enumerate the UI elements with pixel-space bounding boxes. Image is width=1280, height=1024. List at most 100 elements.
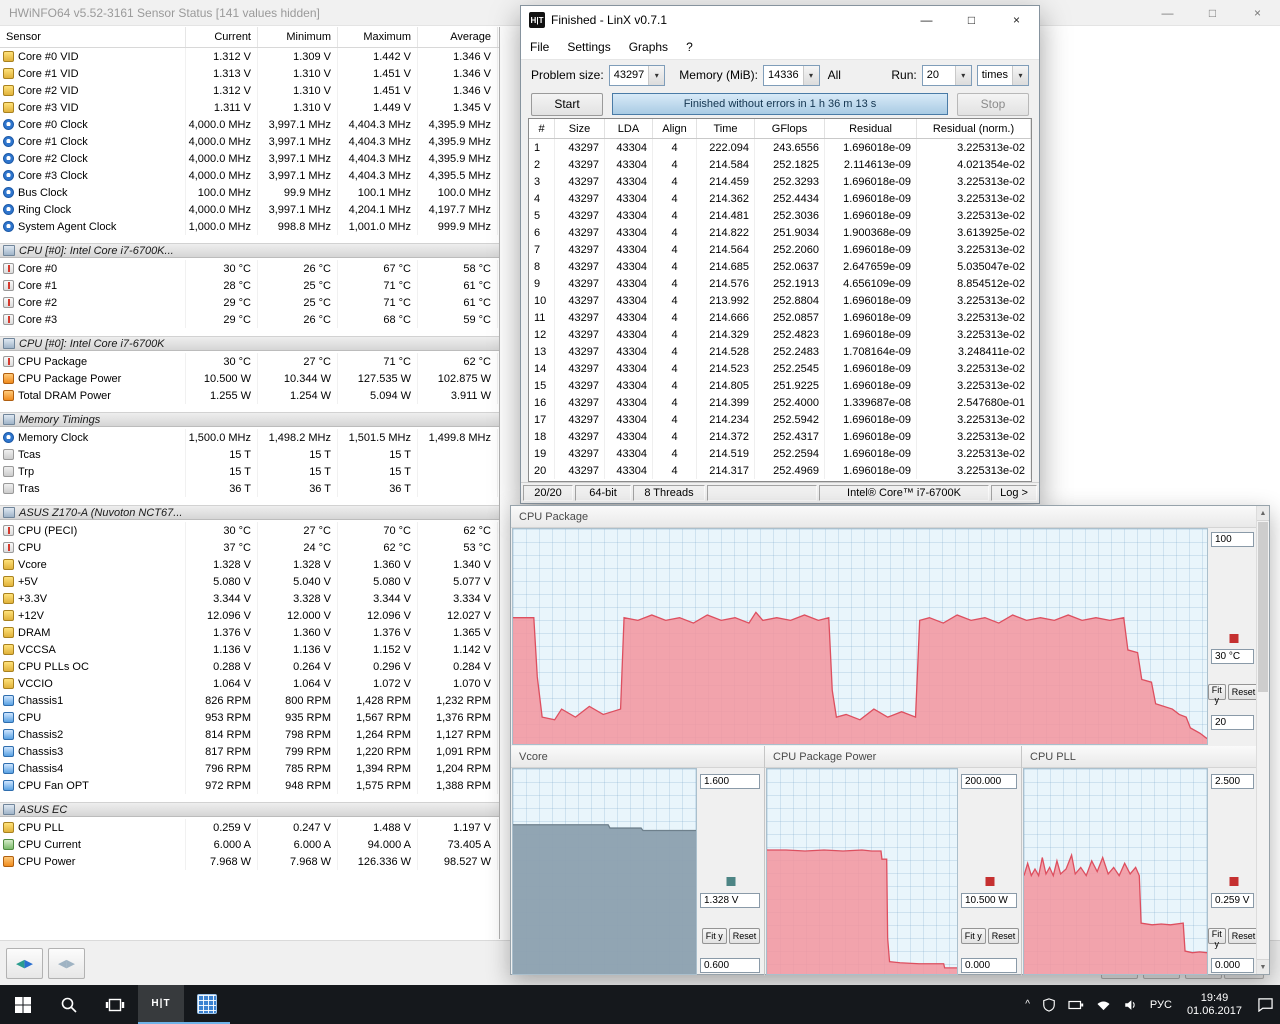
sensor-row[interactable]: Core #0 Clock 4,000.0 MHz 3,997.1 MHz 4,404… [0, 116, 499, 133]
sensor-row[interactable]: CPU Current 6.000 A 6.000 A 94.000 A 73.405 … [0, 836, 499, 853]
graph-title[interactable]: CPU PLL [1022, 746, 1258, 768]
start-button[interactable]: Start [531, 92, 603, 116]
result-row[interactable]: 4 43297 43304 4 214.362 252.4434 1.696018e-09 3… [529, 190, 1031, 207]
sensor-group-header[interactable]: CPU [#0]: Intel Core i7-6700K [0, 336, 499, 351]
fit-y-button[interactable]: Fit y [701, 928, 727, 944]
sensor-row[interactable]: Core #1 Clock 4,000.0 MHz 3,997.1 MHz 4,404… [0, 133, 499, 150]
sensor-row[interactable]: Chassis4 796 RPM 785 RPM 1,394 RPM 1,204 RPM [0, 760, 499, 777]
search-button[interactable] [46, 985, 92, 1024]
graph-title[interactable]: Vcore [511, 746, 764, 768]
maximize-button[interactable]: □ [1190, 0, 1235, 26]
sensor-row[interactable]: Bus Clock 100.0 MHz 99.9 MHz 100.1 MHz 100.0… [0, 184, 499, 201]
y-max-input[interactable]: 1.600 [700, 774, 760, 789]
sensor-row[interactable]: Total DRAM Power 1.255 W 1.254 W 5.094 W 3.9… [0, 387, 499, 404]
sensor-row[interactable]: CPU (PECI) 30 °C 27 °C 70 °C 62 °C [0, 522, 499, 539]
column-header-gflops[interactable]: GFlops [755, 119, 825, 138]
sensor-row[interactable]: Core #1 28 °C 25 °C 71 °C 61 °C [0, 277, 499, 294]
scroll-up-icon[interactable]: ▲ [1257, 506, 1269, 521]
maximize-button[interactable]: □ [949, 7, 994, 33]
stop-button[interactable]: Stop [957, 92, 1029, 116]
sensor-row[interactable]: Chassis3 817 RPM 799 RPM 1,220 RPM 1,091 RPM [0, 743, 499, 760]
result-row[interactable]: 17 43297 43304 4 214.234 252.5942 1.696018e-09… [529, 411, 1031, 428]
y-min-input[interactable]: 0.000 [961, 958, 1017, 973]
sensor-row[interactable]: VCCSA 1.136 V 1.136 V 1.152 V 1.142 V [0, 641, 499, 658]
sensor-row[interactable]: Core #2 29 °C 25 °C 71 °C 61 °C [0, 294, 499, 311]
column-header-index[interactable]: # [529, 119, 555, 138]
tray-shield-button[interactable] [1036, 985, 1062, 1024]
fit-y-button[interactable]: Fit y [960, 928, 986, 944]
result-row[interactable]: 19 43297 43304 4 214.519 252.2594 1.696018e-09… [529, 445, 1031, 462]
menu-settings[interactable]: Settings [558, 40, 619, 54]
close-button[interactable]: × [1235, 0, 1280, 26]
sensor-group-header[interactable]: CPU [#0]: Intel Core i7-6700K... [0, 243, 499, 258]
result-row[interactable]: 7 43297 43304 4 214.564 252.2060 1.696018e-09 3… [529, 241, 1031, 258]
sensor-row[interactable]: CPU Package Power 10.500 W 10.344 W 127.535… [0, 370, 499, 387]
result-row[interactable]: 1 43297 43304 4 222.094 243.6556 1.696018e-09 3… [529, 139, 1031, 156]
sensor-row[interactable]: Core #0 VID 1.312 V 1.309 V 1.442 V 1.346 V [0, 48, 499, 65]
result-row[interactable]: 2 43297 43304 4 214.584 252.1825 2.114613e-09 4… [529, 156, 1031, 173]
result-row[interactable]: 6 43297 43304 4 214.822 251.9034 1.900368e-09 3… [529, 224, 1031, 241]
nav-arrows-button-2[interactable]: ◀ ▶ [48, 948, 85, 979]
column-header-size[interactable]: Size [555, 119, 605, 138]
column-header-average[interactable]: Average [418, 27, 498, 47]
sensor-group-header[interactable]: ASUS Z170-A (Nuvoton NCT67... [0, 505, 499, 520]
column-header-minimum[interactable]: Minimum [258, 27, 338, 47]
sensor-row[interactable]: CPU 37 °C 24 °C 62 °C 53 °C [0, 539, 499, 556]
y-max-input[interactable]: 2.500 [1211, 774, 1254, 789]
y-max-input[interactable]: 200.000 [961, 774, 1017, 789]
result-row[interactable]: 13 43297 43304 4 214.528 252.2483 1.708164e-09… [529, 343, 1031, 360]
sensor-row[interactable]: System Agent Clock 1,000.0 MHz 998.8 MHz 1,… [0, 218, 499, 235]
start-button[interactable] [0, 985, 46, 1024]
sensor-row[interactable]: Core #0 30 °C 26 °C 67 °C 58 °C [0, 260, 499, 277]
sensor-row[interactable]: Ring Clock 4,000.0 MHz 3,997.1 MHz 4,204.1 … [0, 201, 499, 218]
column-header-residual[interactable]: Residual [825, 119, 917, 138]
run-count-select[interactable]: 20 ▾ [921, 64, 972, 86]
graph-title[interactable]: CPU Package Power [765, 746, 1021, 768]
reset-button[interactable]: Reset [728, 928, 761, 944]
action-center-button[interactable] [1251, 985, 1280, 1024]
result-row[interactable]: 10 43297 43304 4 213.992 252.8804 1.696018e-09… [529, 292, 1031, 309]
sensor-row[interactable]: CPU 953 RPM 935 RPM 1,567 RPM 1,376 RPM [0, 709, 499, 726]
sensor-row[interactable]: Chassis1 826 RPM 800 RPM 1,428 RPM 1,232 RPM [0, 692, 499, 709]
column-header-lda[interactable]: LDA [605, 119, 653, 138]
graphs-scrollbar[interactable]: ▲ ▼ [1256, 506, 1269, 974]
menu-help[interactable]: ? [677, 40, 702, 54]
taskbar-app-hwinfo[interactable] [184, 985, 230, 1024]
sensor-row[interactable]: Memory Clock 1,500.0 MHz 1,498.2 MHz 1,501.… [0, 429, 499, 446]
result-row[interactable]: 20 43297 43304 4 214.317 252.4969 1.696018e-09… [529, 462, 1031, 479]
minimize-button[interactable]: — [1145, 0, 1190, 26]
sensor-row[interactable]: CPU PLL 0.259 V 0.247 V 1.488 V 1.197 V [0, 819, 499, 836]
tray-volume-button[interactable] [1117, 985, 1144, 1024]
y-max-input[interactable]: 100 [1211, 532, 1254, 547]
reset-button[interactable]: Reset [987, 928, 1020, 944]
column-header-current[interactable]: Current [186, 27, 258, 47]
reset-button[interactable]: Reset [1227, 684, 1260, 700]
language-indicator[interactable]: РУС [1144, 985, 1178, 1024]
sensor-row[interactable]: Trp 15 T 15 T 15 T [0, 463, 499, 480]
result-row[interactable]: 16 43297 43304 4 214.399 252.4000 1.339687e-08… [529, 394, 1031, 411]
sensor-row[interactable]: CPU Power 7.968 W 7.968 W 126.336 W 98.527 W [0, 853, 499, 870]
taskbar-app-linx[interactable]: H|T [138, 985, 184, 1024]
result-row[interactable]: 12 43297 43304 4 214.329 252.4823 1.696018e-09… [529, 326, 1031, 343]
sensor-group-header[interactable]: ASUS EC [0, 802, 499, 817]
sensor-row[interactable]: Core #1 VID 1.313 V 1.310 V 1.451 V 1.346 V [0, 65, 499, 82]
sensor-row[interactable]: CPU Package 30 °C 27 °C 71 °C 62 °C [0, 353, 499, 370]
sensor-row[interactable]: +3.3V 3.344 V 3.328 V 3.344 V 3.334 V [0, 590, 499, 607]
result-row[interactable]: 18 43297 43304 4 214.372 252.4317 1.696018e-09… [529, 428, 1031, 445]
close-button[interactable]: × [994, 7, 1039, 33]
reset-button[interactable]: Reset [1227, 928, 1260, 944]
sensor-row[interactable]: +12V 12.096 V 12.000 V 12.096 V 12.027 V [0, 607, 499, 624]
result-row[interactable]: 14 43297 43304 4 214.523 252.2545 1.696018e-09… [529, 360, 1031, 377]
sensor-row[interactable]: Tras 36 T 36 T 36 T [0, 480, 499, 497]
fit-y-button[interactable]: Fit y [1207, 684, 1226, 705]
task-view-button[interactable] [92, 985, 138, 1024]
linx-titlebar[interactable]: H|T Finished - LinX v0.7.1 — □ × [521, 6, 1039, 34]
sensor-row[interactable]: Chassis2 814 RPM 798 RPM 1,264 RPM 1,127 RPM [0, 726, 499, 743]
result-row[interactable]: 5 43297 43304 4 214.481 252.3036 1.696018e-09 3… [529, 207, 1031, 224]
result-row[interactable]: 11 43297 43304 4 214.666 252.0857 1.696018e-09… [529, 309, 1031, 326]
column-header-time[interactable]: Time [697, 119, 755, 138]
scrollbar-thumb[interactable] [1258, 522, 1268, 692]
minimize-button[interactable]: — [904, 7, 949, 33]
status-log[interactable]: Log > [991, 485, 1037, 501]
column-header-maximum[interactable]: Maximum [338, 27, 418, 47]
